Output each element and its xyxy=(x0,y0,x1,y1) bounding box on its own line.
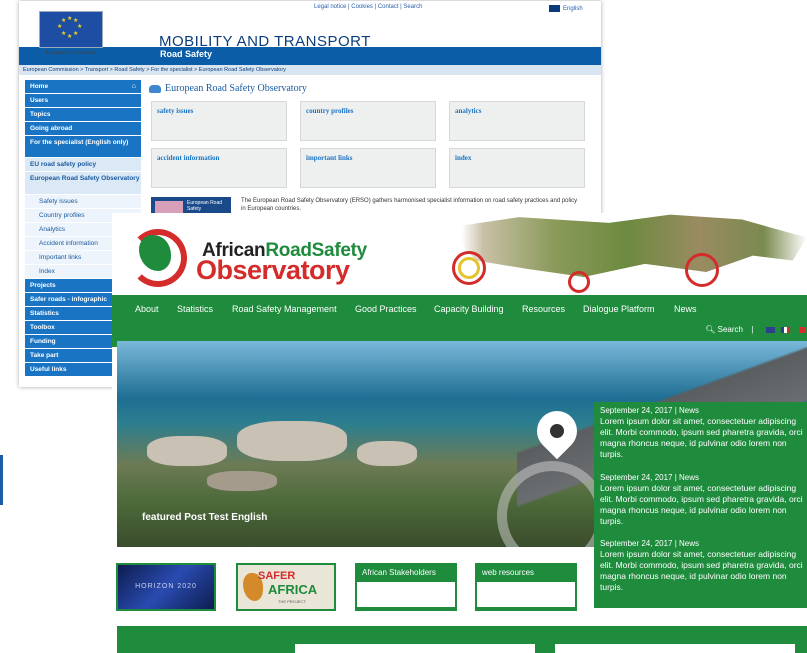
news-date: September 24, 2017 | News xyxy=(600,473,700,482)
divider: | xyxy=(751,325,754,334)
nav-about[interactable]: About xyxy=(135,304,159,314)
eu-commission-logo[interactable]: ★ ★ ★ ★ ★ ★ ★ ★ European Commission xyxy=(39,11,103,61)
main-nav: About Statistics Road Safety Management … xyxy=(112,295,807,347)
flag-pt-icon[interactable] xyxy=(796,326,805,333)
news-text: Lorem ipsum dolor sit amet, consectetuer… xyxy=(600,483,803,526)
rock xyxy=(207,471,277,491)
chat-bubble-icon xyxy=(149,84,161,93)
sidebar-item-for-the-specialist-english-only[interactable]: For the specialist (English only) xyxy=(25,136,141,158)
sidebar-item-topics[interactable]: Topics xyxy=(25,108,141,122)
eu-utility-links[interactable]: Legal notice | Cookies | Contact | Searc… xyxy=(314,4,422,10)
eu-cell-safety-issues[interactable]: safety issues xyxy=(151,101,287,141)
news-item[interactable]: September 24, 2017 | News Lorem ipsum do… xyxy=(600,405,806,460)
eu-site-title: MOBILITY AND TRANSPORT xyxy=(159,33,371,50)
sidebar-item-users[interactable]: Users xyxy=(25,94,141,108)
web-resources-box[interactable]: web resources xyxy=(475,563,577,611)
nav-capacity-building[interactable]: Capacity Building xyxy=(434,304,504,314)
news-text: Lorem ipsum dolor sit amet, consectetuer… xyxy=(600,416,803,459)
box-content xyxy=(477,582,575,607)
nav-good-practices[interactable]: Good Practices xyxy=(355,304,417,314)
sidebar-item-eu-road-safety-policy[interactable]: EU road safety policy xyxy=(25,158,141,172)
eu-cell-analytics[interactable]: analytics xyxy=(449,101,585,141)
utility-bar: 🔍︎ Search | xyxy=(705,325,805,334)
news-item[interactable]: September 24, 2017 | News Lorem ipsum do… xyxy=(600,472,806,527)
left-edge-fragment xyxy=(0,455,3,505)
nav-dialogue-platform[interactable]: Dialogue Platform xyxy=(583,304,655,314)
sidebar-item-home[interactable]: Home ⌂ xyxy=(25,80,141,94)
search-link[interactable]: Search xyxy=(718,325,743,334)
eu-cell-important-links[interactable]: important links xyxy=(300,148,436,188)
eu-cell-country-profiles[interactable]: country profiles xyxy=(300,101,436,141)
eu-page-title: European Road Safety Observatory xyxy=(149,83,307,94)
eu-flag-icon: ★ ★ ★ ★ ★ ★ ★ ★ xyxy=(39,11,103,48)
news-text: Lorem ipsum dolor sit amet, consectetuer… xyxy=(600,549,803,592)
breadcrumb[interactable]: European Commission > Transport > Road S… xyxy=(19,65,601,75)
eu-cell-accident-information[interactable]: accident information xyxy=(151,148,287,188)
eu-description: The European Road Safety Observatory (ER… xyxy=(241,198,578,212)
rock xyxy=(147,436,227,466)
african-road-safety-window: AfricanRoadSafety Observatory About Stat… xyxy=(112,213,807,653)
news-item[interactable]: September 24, 2017 | News Lorem ipsum do… xyxy=(600,538,806,593)
hero-caption[interactable]: featured Post Test English xyxy=(142,512,267,523)
sidebar-item-safety-issues[interactable]: Safety issues xyxy=(25,195,141,209)
nav-news[interactable]: News xyxy=(674,304,697,314)
sidebar-item-going-abroad[interactable]: Going abroad xyxy=(25,122,141,136)
eu-site-subtitle: Road Safety xyxy=(160,49,213,59)
partner-boxes: HORIZON 2020 SAFER AFRICA THE PROJECT Af… xyxy=(112,558,592,618)
brand-observatory[interactable]: Observatory xyxy=(196,255,350,286)
home-icon[interactable]: ⌂ xyxy=(132,80,136,93)
rock xyxy=(357,441,417,466)
nav-road-safety-management[interactable]: Road Safety Management xyxy=(232,304,337,314)
language-flag-icon xyxy=(549,5,560,12)
safer-africa-banner[interactable]: SAFER AFRICA THE PROJECT xyxy=(236,563,336,611)
footer-input[interactable] xyxy=(555,644,795,653)
eu-cell-index[interactable]: index xyxy=(449,148,585,188)
box-content xyxy=(357,582,455,607)
rock xyxy=(237,421,347,461)
location-ring-small-icon xyxy=(568,271,590,293)
eu-logo-text: European Commission xyxy=(45,50,97,56)
nav-statistics[interactable]: Statistics xyxy=(177,304,213,314)
sidebar-item-european-road-safety-observatory[interactable]: European Road Safety Observatory xyxy=(25,172,141,195)
nav-resources[interactable]: Resources xyxy=(522,304,565,314)
news-panel: September 24, 2017 | News Lorem ipsum do… xyxy=(594,402,807,608)
location-ring-inner-icon xyxy=(458,257,480,279)
news-date: September 24, 2017 | News xyxy=(600,539,700,548)
footer-input[interactable] xyxy=(295,644,535,653)
search-icon[interactable]: 🔍︎ xyxy=(705,325,715,334)
news-date: September 24, 2017 | News xyxy=(600,406,700,415)
horizon-2020-banner[interactable]: HORIZON 2020 xyxy=(116,563,216,611)
flag-uk-icon[interactable] xyxy=(765,326,775,333)
eu-language-selector[interactable]: English xyxy=(549,5,583,12)
location-ring-east-icon xyxy=(685,253,719,287)
footer-band xyxy=(117,626,807,653)
flag-fr-icon[interactable] xyxy=(780,326,790,333)
african-stakeholders-box[interactable]: African Stakeholders xyxy=(355,563,457,611)
